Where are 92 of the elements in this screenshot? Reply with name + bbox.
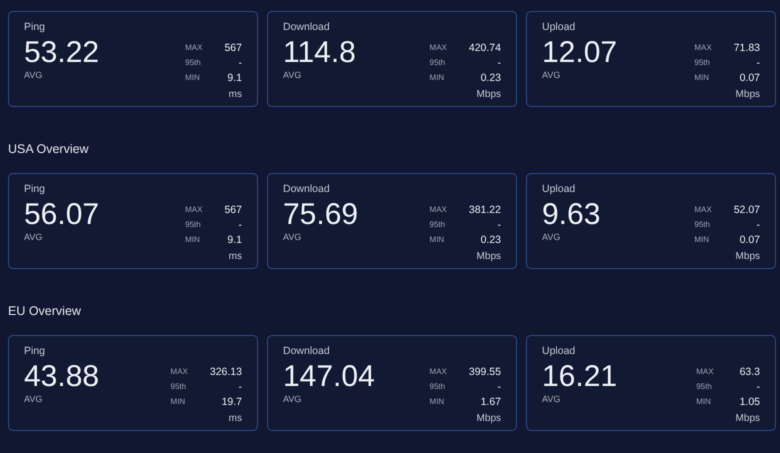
unit-label: Mbps [476, 89, 501, 101]
stat-label: MAX [430, 42, 447, 54]
stat-value: 399.55 [468, 366, 501, 378]
average-value: 43.88 [24, 360, 100, 394]
stat-label: MIN [185, 234, 201, 246]
stat-value: 0.23 [480, 234, 501, 246]
stat-value: - [238, 381, 242, 393]
stat-value: - [756, 381, 760, 393]
stat-value: 1.67 [480, 396, 501, 408]
stat-value: 9.1 [226, 72, 242, 84]
average-label: AVG [24, 232, 44, 243]
stat-value: 0.23 [480, 72, 501, 84]
stat-value: - [756, 57, 760, 69]
stat-value: - [756, 219, 760, 231]
section-title: USA Overview [8, 142, 90, 156]
average-label: AVG [24, 70, 44, 81]
stat-label: MIN [694, 72, 710, 84]
stat-label: 95th [696, 381, 713, 393]
stat-label: 95th [430, 381, 446, 393]
unit-label: ms [228, 89, 242, 101]
unit-label: Mbps [734, 89, 760, 101]
metric-label: Upload [542, 345, 576, 358]
metric-label: Upload [542, 21, 576, 34]
metric-label: Ping [24, 183, 46, 196]
stat-label: MIN [430, 234, 446, 246]
stat-value: - [238, 57, 242, 69]
stat-label: 95th [170, 381, 188, 393]
stat-value: - [496, 381, 501, 393]
section-title: EU Overview [8, 304, 82, 318]
stat-label: MAX [694, 204, 712, 216]
average-value: 147.04 [283, 360, 375, 394]
stat-value: 9.1 [226, 234, 242, 246]
average-label: AVG [542, 394, 562, 405]
stat-label: MIN [430, 396, 446, 408]
stat-label: 95th [185, 219, 202, 231]
metric-label: Ping [24, 345, 46, 358]
metric-label: Download [283, 21, 331, 34]
stat-label: MAX [430, 366, 447, 378]
stat-label: MAX [694, 42, 712, 54]
stat-label: MIN [696, 396, 712, 408]
metric-label: Download [283, 345, 331, 358]
unit-label: Mbps [476, 251, 501, 263]
average-value: 114.8 [283, 36, 356, 70]
stat-value: 420.74 [468, 42, 501, 54]
average-label: AVG [542, 70, 562, 81]
stat-label: 95th [185, 57, 202, 69]
average-value: 12.07 [542, 36, 618, 70]
stat-value: 71.83 [734, 42, 760, 54]
stat-value: 0.07 [738, 234, 760, 246]
unit-label: Mbps [734, 251, 760, 263]
metric-label: Download [283, 183, 331, 196]
average-label: AVG [283, 394, 302, 405]
stat-value: - [238, 219, 242, 231]
average-value: 75.69 [283, 198, 358, 232]
stat-value: 52.07 [734, 204, 760, 216]
stat-label: 95th [430, 219, 446, 231]
stat-value: 19.7 [220, 396, 242, 408]
stat-label: MAX [185, 204, 202, 216]
stat-label: 95th [694, 57, 711, 69]
average-value: 53.22 [24, 36, 100, 70]
stat-value: 381.22 [468, 204, 501, 216]
stat-label: MIN [185, 72, 201, 84]
stat-value: 0.07 [738, 72, 760, 84]
stat-value: - [496, 57, 501, 69]
stat-label: MAX [696, 366, 714, 378]
stat-label: MAX [170, 366, 188, 378]
stat-label: 95th [694, 219, 711, 231]
average-value: 9.63 [542, 198, 600, 232]
stat-value: 567 [224, 42, 242, 54]
stat-label: MAX [430, 204, 447, 216]
unit-label: Mbps [736, 413, 760, 425]
average-value: 16.21 [542, 360, 618, 394]
stat-value: 1.05 [738, 396, 760, 408]
stat-label: MIN [430, 72, 446, 84]
unit-label: ms [228, 413, 242, 425]
stat-label: 95th [430, 57, 446, 69]
average-label: AVG [283, 70, 302, 81]
average-label: AVG [542, 232, 562, 243]
stat-value: 326.13 [210, 366, 242, 378]
average-label: AVG [283, 232, 302, 243]
average-label: AVG [24, 394, 44, 405]
metric-label: Ping [24, 21, 46, 34]
stat-label: MIN [170, 396, 186, 408]
unit-label: ms [228, 251, 242, 263]
stat-value: 567 [224, 204, 242, 216]
stat-label: MIN [694, 234, 710, 246]
average-value: 56.07 [24, 198, 100, 232]
stat-label: MAX [185, 42, 202, 54]
stat-value: - [496, 219, 501, 231]
metric-label: Upload [542, 183, 576, 196]
stat-value: 63.3 [738, 366, 760, 378]
unit-label: Mbps [476, 413, 501, 425]
